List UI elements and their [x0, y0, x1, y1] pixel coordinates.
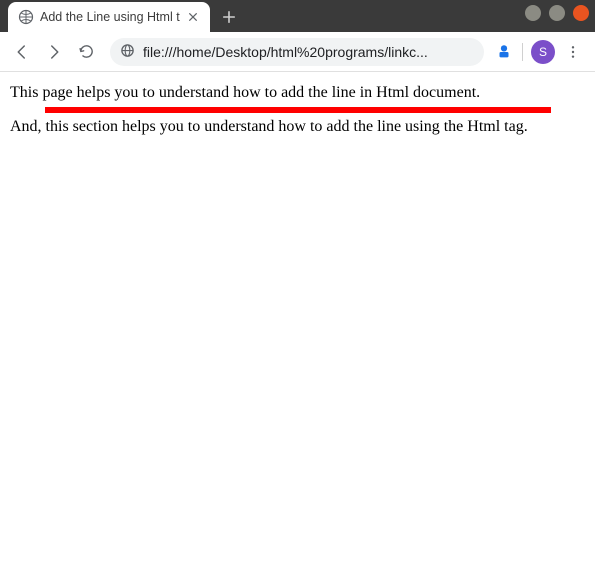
page-content: This page helps you to understand how to… [0, 72, 595, 579]
tab-title: Add the Line using Html t [40, 10, 180, 24]
minimize-button[interactable] [525, 5, 541, 21]
address-bar[interactable]: file:///home/Desktop/html%20programs/lin… [110, 38, 484, 66]
window-controls [525, 5, 589, 21]
paragraph-2: And, this section helps you to understan… [10, 118, 585, 136]
new-tab-button[interactable] [216, 4, 242, 30]
tab-strip: Add the Line using Html t [8, 0, 242, 32]
menu-button[interactable] [559, 38, 587, 66]
file-icon [120, 43, 135, 61]
window-close-button[interactable] [573, 5, 589, 21]
extension-icon[interactable] [494, 42, 514, 62]
maximize-button[interactable] [549, 5, 565, 21]
url-text: file:///home/Desktop/html%20programs/lin… [143, 44, 474, 60]
toolbar: file:///home/Desktop/html%20programs/lin… [0, 32, 595, 72]
reload-button[interactable] [72, 38, 100, 66]
browser-window: Add the Line using Html t [0, 0, 595, 579]
forward-button[interactable] [40, 38, 68, 66]
paragraph-1: This page helps you to understand how to… [10, 84, 585, 102]
separator [522, 43, 523, 61]
browser-tab[interactable]: Add the Line using Html t [8, 2, 210, 32]
avatar-letter: S [539, 45, 547, 59]
back-button[interactable] [8, 38, 36, 66]
globe-icon [18, 9, 34, 25]
horizontal-line [45, 107, 551, 113]
profile-avatar[interactable]: S [531, 40, 555, 64]
close-icon[interactable] [186, 10, 200, 24]
titlebar: Add the Line using Html t [0, 0, 595, 32]
